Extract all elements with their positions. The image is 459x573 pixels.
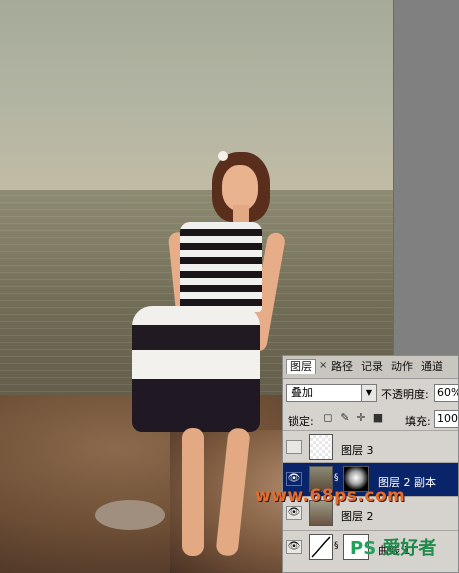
watermark-logo: PS 爱好者 bbox=[350, 534, 436, 560]
fill-label: 填充: bbox=[405, 415, 431, 428]
close-icon[interactable]: × bbox=[319, 360, 327, 371]
tab-channels[interactable]: 通道 bbox=[421, 360, 443, 374]
tab-history[interactable]: 记录 bbox=[361, 360, 383, 374]
tab-layers[interactable]: 图层 bbox=[286, 359, 316, 374]
padlock-icon[interactable]: ■ bbox=[372, 412, 384, 424]
panel-tabs: 图层 × 路径 记录 动作 通道 bbox=[283, 356, 458, 379]
layer-name: 图层 3 bbox=[341, 444, 374, 457]
watermark-logo-suffix: 爱好者 bbox=[382, 538, 437, 559]
lock-label: 锁定: bbox=[288, 415, 314, 428]
opacity-input[interactable]: 60% bbox=[434, 384, 458, 402]
eye-icon[interactable]: 👁 bbox=[286, 540, 302, 554]
eye-icon[interactable]: 👁 bbox=[286, 472, 302, 486]
striped-top bbox=[180, 222, 262, 312]
brush-icon[interactable]: ✎ bbox=[339, 412, 351, 424]
move-icon[interactable]: ✛ bbox=[355, 412, 367, 424]
chain-link-icon[interactable]: § bbox=[334, 541, 339, 551]
hair-flower bbox=[218, 151, 228, 161]
tiered-skirt bbox=[132, 306, 260, 432]
watermark-logo-url: www.psahz.com bbox=[375, 560, 440, 569]
lock-transparent-icon[interactable]: ◻ bbox=[322, 412, 334, 424]
rock-small bbox=[95, 500, 165, 530]
tab-paths[interactable]: 路径 bbox=[331, 360, 353, 374]
layer-name: 图层 2 bbox=[341, 510, 374, 523]
chain-link-icon[interactable]: § bbox=[334, 473, 339, 483]
fill-input[interactable]: 100% bbox=[434, 410, 458, 428]
eye-icon[interactable]: 👁 bbox=[286, 506, 302, 520]
watermark-site: www.68ps.com bbox=[255, 486, 406, 506]
layer-thumbnail bbox=[309, 434, 333, 460]
visibility-toggle[interactable] bbox=[286, 440, 302, 454]
opacity-label: 不透明度: bbox=[381, 388, 429, 401]
curves-icon bbox=[309, 534, 333, 560]
chevron-down-icon[interactable]: ▼ bbox=[361, 385, 376, 401]
blend-mode-select[interactable]: 叠加 ▼ bbox=[286, 384, 377, 402]
model-leg-left bbox=[182, 428, 204, 556]
watermark-logo-text: PS bbox=[350, 538, 377, 559]
layer-row[interactable]: 图层 3 bbox=[283, 430, 458, 464]
tab-actions[interactable]: 动作 bbox=[391, 360, 413, 374]
canvas-gutter bbox=[393, 0, 459, 355]
blend-mode-value: 叠加 bbox=[291, 386, 313, 399]
sky-area bbox=[0, 0, 393, 195]
